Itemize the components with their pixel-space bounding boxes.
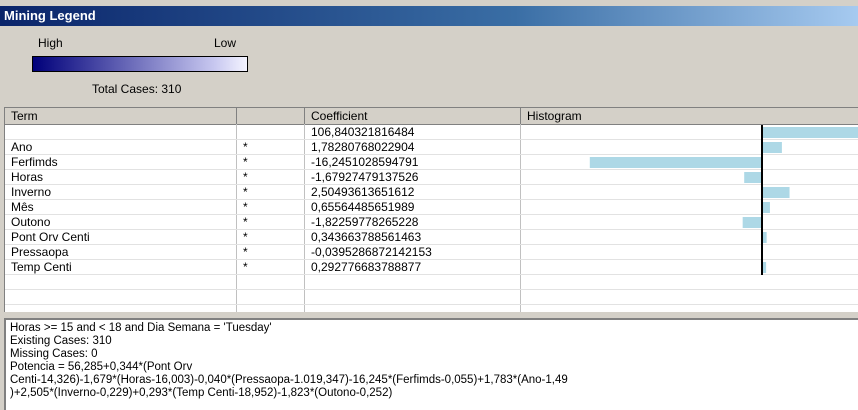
- histogram-bar: [763, 232, 767, 243]
- detail-line: Existing Cases: 310: [10, 335, 112, 347]
- detail-line: )+2,505*(Inverno-0,229)+0,293*(Temp Cent…: [10, 387, 393, 399]
- detail-line: Centi-14,326)-1,679*(Horas-16,003)-0,040…: [10, 374, 568, 386]
- high-label: High: [38, 36, 63, 50]
- histogram-bar: [763, 127, 858, 138]
- detail-line: Horas >= 15 and < 18 and Dia Semana = 'T…: [10, 322, 272, 334]
- histogram-bar: [763, 262, 767, 273]
- coefficient-grid[interactable]: Term Coefficient Histogram 106,840321816…: [4, 107, 858, 312]
- histogram-bar: [589, 157, 762, 168]
- legend-panel: High Low Total Cases: 310: [0, 28, 858, 100]
- histogram-bar: [742, 217, 762, 228]
- window-title: Mining Legend: [0, 6, 858, 26]
- histogram-chart: [589, 125, 858, 275]
- histogram-bar: [763, 142, 782, 153]
- detail-line: Potencia = 56,285+0,344*(Pont Orv: [10, 361, 193, 373]
- color-gradient-bar: [32, 56, 248, 72]
- detail-line: Missing Cases: 0: [10, 348, 98, 360]
- total-cases: Total Cases: 310: [92, 82, 182, 96]
- low-label: Low: [214, 36, 237, 50]
- histogram-bar: [744, 172, 762, 183]
- histogram-bar: [763, 187, 790, 198]
- histogram-bar: [763, 202, 770, 213]
- zero-axis-line: [761, 125, 763, 275]
- details-panel[interactable]: Horas >= 15 and < 18 and Dia Semana = 'T…: [4, 318, 858, 410]
